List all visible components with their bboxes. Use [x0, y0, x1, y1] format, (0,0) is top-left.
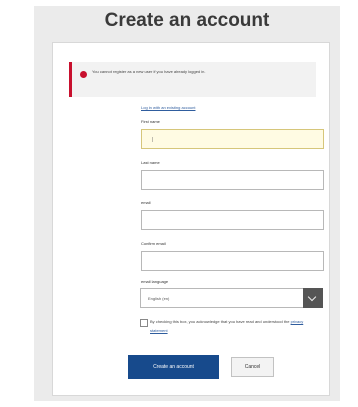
cancel-button[interactable]: Cancel [231, 357, 274, 377]
privacy-consent-checkbox[interactable] [140, 319, 148, 327]
text-cursor-icon: | [152, 137, 154, 143]
error-icon [80, 71, 87, 78]
create-account-button[interactable]: Create an account [128, 355, 219, 379]
page-background: Create an account You cannot register as… [34, 6, 340, 401]
email-field[interactable] [141, 210, 324, 230]
confirm-email-field[interactable] [141, 251, 324, 271]
first-name-field[interactable]: | [141, 129, 324, 149]
page-title: Create an account [104, 10, 270, 31]
confirm-email-label: Confirm email [141, 241, 166, 246]
consent-text: By checking this box, you acknowledge th… [150, 319, 290, 324]
login-link[interactable]: Log in with an existing account [141, 105, 195, 110]
last-name-label: Last name [141, 160, 160, 165]
language-select-value: English (en) [148, 296, 170, 301]
last-name-field[interactable] [141, 170, 324, 190]
chevron-down-icon [307, 292, 317, 302]
language-label: email language [141, 279, 169, 284]
email-label: email [141, 200, 151, 205]
first-name-label: First name [141, 119, 160, 124]
registration-panel: You cannot register as a new user if you… [52, 42, 330, 396]
alert-message: You cannot register as a new user if you… [92, 69, 206, 74]
privacy-consent-text: By checking this box, you acknowledge th… [150, 317, 320, 335]
language-select[interactable]: English (en) [140, 288, 323, 308]
error-alert: You cannot register as a new user if you… [69, 62, 316, 97]
dropdown-toggle-button[interactable] [303, 288, 323, 308]
